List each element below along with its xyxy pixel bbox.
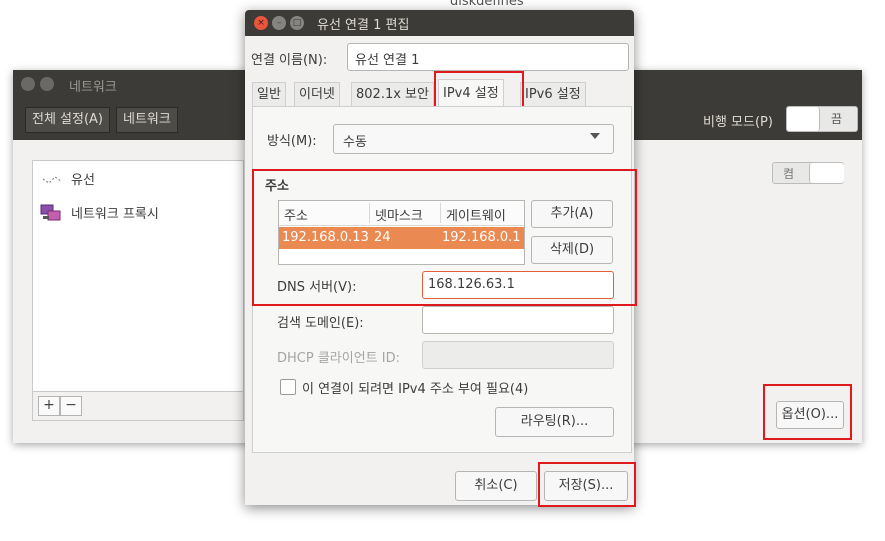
maximize-icon[interactable]: □ [290, 16, 304, 30]
toggle-knob [787, 107, 820, 131]
chevron-down-icon [590, 133, 600, 139]
remove-device-button[interactable]: − [60, 396, 82, 416]
search-domains-input[interactable] [422, 306, 614, 334]
airplane-mode-label: 비행 모드(P) [703, 115, 773, 130]
wired-toggle-state: 켬 [783, 167, 795, 181]
background-window-title-fragment: diskdefines [450, 0, 524, 9]
airplane-mode-toggle[interactable]: 끔 [786, 106, 858, 132]
all-settings-button[interactable]: 전체 설정(A) [25, 107, 111, 133]
dhcp-client-id-label: DHCP 클라이언트 ID: [277, 351, 400, 366]
connection-name-label: 연결 이름(N): [251, 53, 328, 68]
routes-button[interactable]: 라우팅(R)... [495, 407, 614, 437]
tab-general[interactable]: 일반 [252, 82, 286, 107]
network-proxy-icon [40, 204, 61, 221]
device-list-toolbar: + − [32, 392, 244, 421]
sidebar-item-label: 유선 [71, 173, 95, 188]
dhcp-client-id-input [422, 341, 614, 369]
network-device-list: 유선 네트워크 프록시 [32, 160, 244, 392]
wired-enable-toggle[interactable]: 켬 [772, 162, 844, 184]
edit-connection-dialog: × – □ 유선 연결 1 편집 연결 이름(N): 유선 연결 1 일반 이더… [245, 10, 637, 507]
sidebar-item-wired[interactable]: 유선 [33, 163, 243, 193]
connection-name-value: 유선 연결 1 [355, 53, 420, 68]
minimize-icon[interactable]: – [272, 16, 286, 30]
dialog-titlebar: × – □ 유선 연결 1 편집 [245, 10, 634, 36]
require-ipv4-checkbox[interactable] [280, 379, 296, 395]
close-icon[interactable]: × [254, 16, 268, 30]
add-device-button[interactable]: + [38, 396, 60, 416]
sidebar-item-network-proxy[interactable]: 네트워크 프록시 [33, 197, 243, 227]
highlight-box-addresses [252, 169, 637, 306]
method-select[interactable]: 수동 [333, 124, 614, 154]
wired-network-icon [42, 176, 62, 184]
tab-8021x-security[interactable]: 802.1x 보안 [351, 82, 434, 107]
dialog-title: 유선 연결 1 편집 [317, 18, 410, 33]
toggle-knob [809, 163, 844, 183]
close-icon[interactable] [21, 77, 35, 91]
network-breadcrumb-button[interactable]: 네트워크 [116, 107, 178, 133]
highlight-box-save [538, 462, 636, 507]
tab-ethernet[interactable]: 이더넷 [294, 82, 340, 107]
sidebar-item-label: 네트워크 프록시 [71, 207, 159, 222]
tab-ipv6-settings[interactable]: IPv6 설정 [520, 82, 586, 107]
connection-name-input[interactable]: 유선 연결 1 [347, 43, 629, 71]
cancel-button[interactable]: 취소(C) [455, 471, 537, 501]
search-domains-label: 검색 도메인(E): [277, 316, 364, 331]
method-label: 방식(M): [267, 134, 317, 149]
airplane-mode-state: 끔 [831, 112, 843, 126]
method-value: 수동 [343, 135, 367, 150]
network-window-title: 네트워크 [69, 80, 117, 95]
minimize-icon[interactable] [40, 77, 54, 91]
require-ipv4-label: 이 연결이 되려면 IPv4 주소 부여 필요(4) [302, 382, 529, 397]
highlight-box-options [763, 384, 852, 440]
